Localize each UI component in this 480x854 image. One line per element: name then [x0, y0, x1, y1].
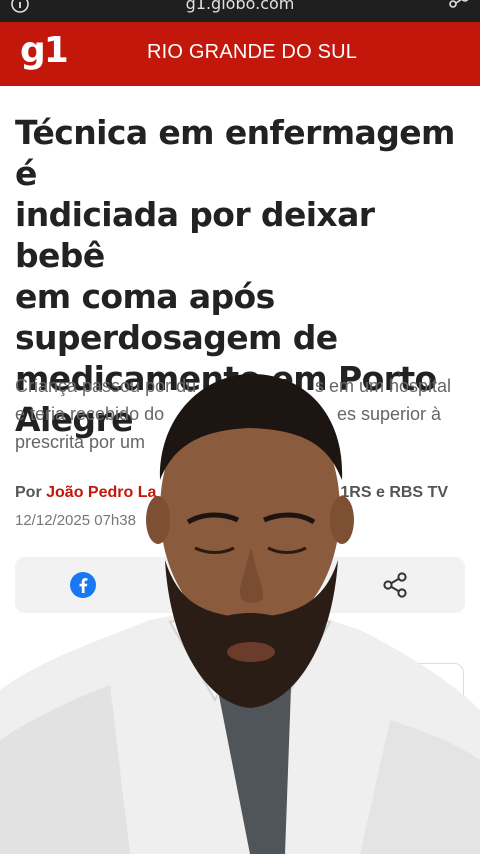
headline-line: superdosagem de	[15, 318, 338, 357]
browser-url-bar[interactable]: g1.globo.com	[0, 0, 480, 22]
headline-line: em coma após	[15, 277, 275, 316]
headline-line: indiciada por deixar bebê	[15, 195, 375, 275]
site-header: g1 RIO GRANDE DO SUL	[0, 22, 480, 86]
headline-line: Técnica em enfermagem é	[15, 113, 455, 193]
g1-logo[interactable]: g1	[20, 30, 69, 71]
section-title[interactable]: RIO GRANDE DO SUL	[147, 41, 357, 64]
presenter-video	[0, 373, 480, 854]
url-text[interactable]: g1.globo.com	[0, 0, 480, 14]
share-icon[interactable]	[448, 0, 470, 14]
screen: g1.globo.com g1 RIO GRANDE DO SUL Técnic…	[0, 0, 480, 854]
